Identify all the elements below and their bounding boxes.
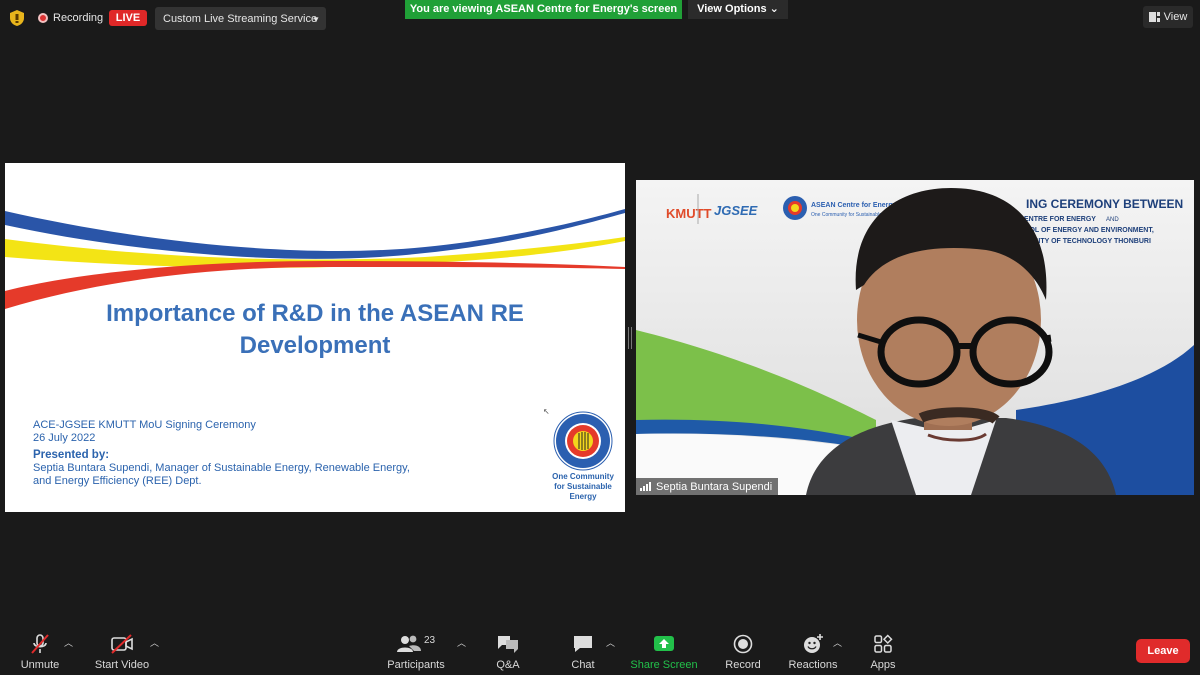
recording-label: Recording: [53, 12, 104, 24]
viewing-screen-banner: You are viewing ASEAN Centre for Energy'…: [405, 0, 682, 19]
slide-title-line1: Importance of R&D in the ASEAN RE: [106, 300, 524, 327]
view-options-button[interactable]: View Options ⌄: [688, 0, 788, 19]
record-button[interactable]: Record: [723, 632, 763, 672]
slide-presenter-line1: Septia Buntara Supendi, Manager of Susta…: [33, 462, 410, 474]
participant-video-frame: KMUTT JGSEE ASEAN Centre for Energy One …: [636, 180, 1194, 495]
ace-banner-name: ASEAN Centre for Energy: [811, 202, 897, 209]
tagline-line2: for Sustainable: [554, 482, 612, 491]
chat-button[interactable]: Chat: [566, 632, 600, 672]
record-label: Record: [725, 659, 761, 671]
security-shield-icon[interactable]: [9, 9, 25, 27]
slide-presented-by: Presented by:: [33, 449, 110, 461]
record-icon: [733, 634, 753, 654]
share-screen-button[interactable]: Share Screen: [630, 632, 698, 672]
slide-title-line2: Development: [239, 332, 391, 359]
leave-button[interactable]: Leave: [1136, 639, 1190, 663]
apps-label: Apps: [870, 659, 896, 671]
participant-name: Septia Buntara Supendi: [656, 480, 773, 493]
video-camera-off-icon: [111, 634, 133, 654]
participant-count: 23: [423, 634, 436, 646]
live-stream-dropdown[interactable]: Custom Live Streaming Service ▼: [155, 7, 326, 30]
participants-options-chevron-icon[interactable]: ︿: [457, 636, 466, 649]
view-label: View: [1163, 11, 1188, 23]
view-options-label: View Options: [697, 3, 767, 15]
banner-line1-and: AND: [1106, 217, 1119, 223]
chat-options-chevron-icon[interactable]: ︿: [606, 636, 615, 649]
chevron-down-icon: ▼: [312, 15, 320, 24]
reactions-button[interactable]: Reactions: [788, 632, 838, 672]
share-screen-label: Share Screen: [630, 659, 698, 671]
banner-line1: ENTRE FOR ENERGY: [1024, 216, 1096, 223]
video-options-chevron-icon[interactable]: ︿: [150, 636, 159, 649]
share-screen-icon: [654, 636, 674, 651]
participants-icon: [396, 635, 421, 652]
reactions-options-chevron-icon[interactable]: ︿: [833, 636, 842, 649]
slide-event: ACE-JGSEE KMUTT MoU Signing Ceremony: [33, 419, 256, 431]
slide-date: 26 July 2022: [33, 432, 96, 444]
start-video-label: Start Video: [94, 659, 150, 671]
banner-line2: OOL OF ENERGY AND ENVIRONMENT,: [1024, 227, 1154, 234]
mouse-cursor-icon: ↖: [543, 407, 550, 416]
tagline-line1: One Community: [552, 472, 614, 481]
participant-video-tile[interactable]: KMUTT JGSEE ASEAN Centre for Energy One …: [636, 180, 1194, 495]
qa-icon: [498, 636, 518, 653]
start-video-button[interactable]: Start Video: [94, 632, 150, 672]
slide-title: Importance of R&D in the ASEAN RE Develo…: [35, 298, 595, 362]
microphone-muted-icon: [31, 634, 49, 654]
split-view-resize-handle[interactable]: [628, 327, 632, 349]
view-button[interactable]: View: [1143, 6, 1193, 28]
tagline-line3: Energy: [569, 492, 597, 501]
unmute-label: Unmute: [20, 659, 60, 671]
reactions-smiley-icon: [804, 634, 823, 653]
shared-screen-slide: Importance of R&D in the ASEAN RE Develo…: [5, 163, 625, 512]
qa-label: Q&A: [496, 659, 520, 671]
ace-logo-tagline: One Community for Sustainable Energy: [543, 472, 623, 502]
slide-details: ACE-JGSEE KMUTT MoU Signing Ceremony 26 …: [33, 419, 503, 488]
reactions-label: Reactions: [788, 659, 838, 671]
apps-icon: [874, 634, 893, 653]
apps-button[interactable]: Apps: [866, 632, 900, 672]
banner-line3: ERSITY OF TECHNOLOGY THONBURI: [1024, 238, 1151, 245]
grid-view-icon: [1148, 12, 1160, 22]
recording-indicator[interactable]: Recording: [38, 10, 103, 26]
banner-title: ING CEREMONY BETWEEN: [1026, 197, 1183, 211]
live-stream-label: Custom Live Streaming Service: [163, 12, 318, 25]
kmutt-logo: KMUTT: [666, 206, 712, 221]
recording-dot-icon: [38, 13, 48, 23]
qa-button[interactable]: Q&A: [490, 632, 526, 672]
chat-label: Chat: [571, 659, 595, 671]
signal-strength-icon: [640, 482, 651, 491]
jgsee-logo: JGSEE: [714, 203, 758, 218]
participant-name-tag: Septia Buntara Supendi: [636, 478, 779, 495]
slide-presenter-line2: and Energy Efficiency (REE) Dept.: [33, 475, 202, 487]
chat-bubble-icon: [574, 636, 592, 652]
chevron-down-icon: ⌄: [769, 3, 779, 15]
participants-button[interactable]: 23 Participants: [387, 632, 445, 672]
audio-options-chevron-icon[interactable]: ︿: [64, 636, 73, 649]
unmute-button[interactable]: Unmute: [20, 632, 60, 672]
ace-logo: [553, 411, 613, 471]
live-badge[interactable]: LIVE: [109, 10, 147, 26]
participants-label: Participants: [387, 659, 445, 671]
